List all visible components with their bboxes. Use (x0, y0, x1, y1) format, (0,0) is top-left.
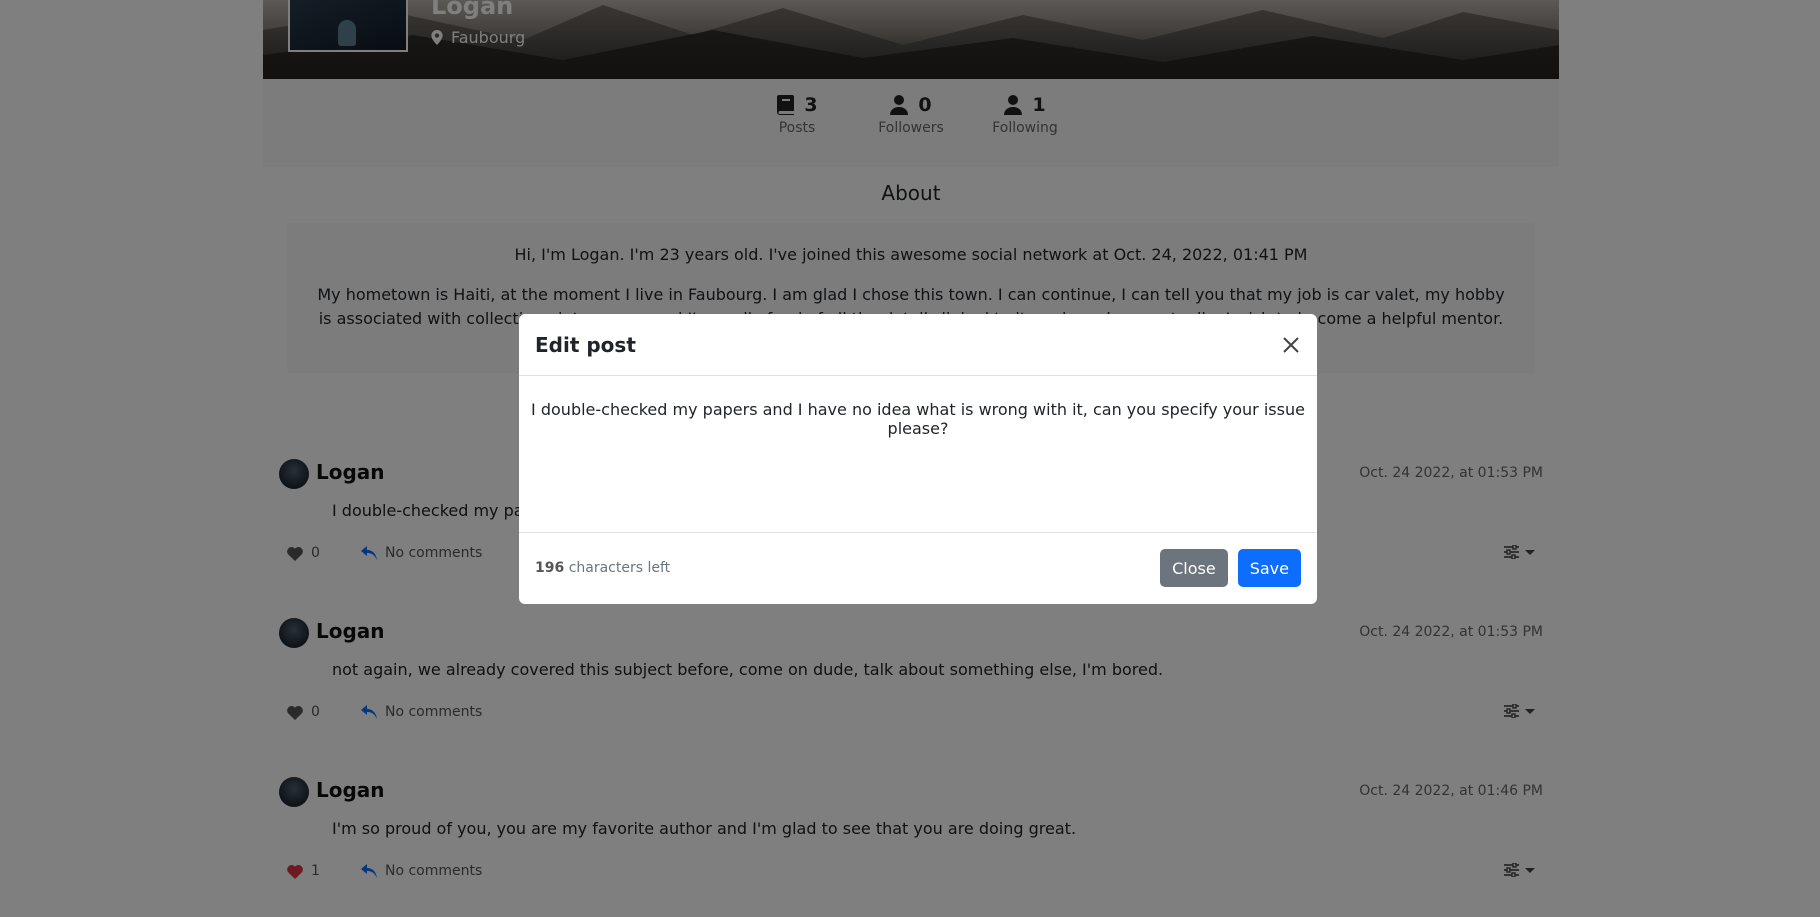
chars-left-label: characters left (568, 560, 671, 576)
modal-title: Edit post (535, 332, 636, 357)
edit-post-modal: Edit post I double-checked my papers and… (519, 314, 1317, 604)
save-button[interactable]: Save (1237, 549, 1301, 587)
modal-body: I double-checked my papers and I have no… (519, 376, 1317, 533)
close-button[interactable]: Close (1160, 549, 1228, 587)
post-text-input[interactable]: I double-checked my papers and I have no… (531, 386, 1305, 522)
modal-header: Edit post (519, 314, 1317, 376)
char-counter: 196 characters left (535, 560, 670, 576)
close-icon[interactable] (1281, 335, 1301, 355)
modal-footer: 196 characters left Close Save (519, 533, 1317, 603)
chars-left-count: 196 (535, 560, 565, 576)
